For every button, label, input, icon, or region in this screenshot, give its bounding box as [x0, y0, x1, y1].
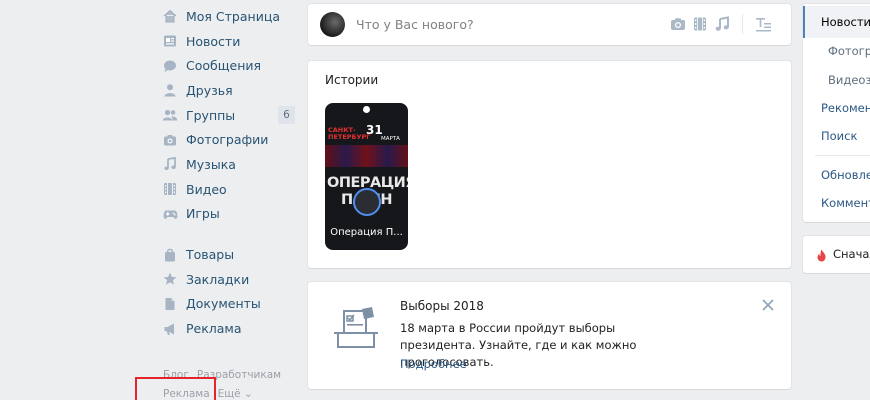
groups-icon	[162, 107, 178, 123]
nav-label: Реклама	[186, 321, 242, 337]
right-feed-menu: Новости Фотогр Видеоза Рекомен Поиск Обн…	[803, 4, 870, 222]
feed-filter-news[interactable]: Новости	[803, 6, 870, 38]
nav-label: Видео	[186, 181, 227, 197]
nav-label: Музыка	[186, 156, 236, 172]
music-icon[interactable]	[714, 16, 730, 32]
text-format-icon[interactable]	[755, 16, 772, 36]
stories-title: Истории	[325, 73, 379, 87]
nav-divider	[160, 226, 295, 242]
friend-icon	[162, 82, 178, 98]
close-icon[interactable]	[760, 297, 776, 313]
election-banner: Выборы 2018 18 марта в России пройдут вы…	[308, 282, 791, 389]
nav-item-groups[interactable]: Группы 6	[160, 103, 295, 128]
nav-item-friends[interactable]: Друзья	[160, 78, 295, 103]
nav-item-music[interactable]: Музыка	[160, 152, 295, 177]
video-icon[interactable]	[692, 16, 708, 32]
nav-item-video[interactable]: Видео	[160, 177, 295, 202]
story-poster-city: САНКТ- ПЕТЕРБУРГ	[328, 126, 371, 141]
story-poster-date: 31	[366, 123, 383, 137]
story-author-avatar	[353, 188, 381, 216]
news-icon	[162, 33, 178, 49]
nav-item-my-page[interactable]: Моя Страница	[160, 4, 295, 29]
nav-label: Фотографии	[186, 132, 269, 148]
star-icon	[162, 271, 178, 287]
nav-item-news[interactable]: Новости	[160, 29, 295, 54]
election-title: Выборы 2018	[400, 299, 484, 313]
camera-icon	[162, 132, 178, 148]
feed-filter-search[interactable]: Поиск	[803, 129, 870, 143]
feed-filter-recommendations[interactable]: Рекомен	[803, 101, 870, 115]
feed-filter-photos[interactable]: Фотогр	[803, 44, 870, 58]
menu-divider	[815, 155, 870, 156]
fire-icon	[816, 247, 827, 266]
avatar[interactable]	[320, 12, 345, 37]
nav-label: Моя Страница	[186, 8, 280, 24]
stories-block: Истории САНКТ- ПЕТЕРБУРГ 31 МАРТА ОПЕРАЦ…	[308, 61, 791, 268]
nav-item-bookmarks[interactable]: Закладки	[160, 267, 295, 292]
nav-label: Группы	[186, 107, 236, 123]
messages-icon	[162, 58, 178, 74]
music-icon	[162, 156, 178, 172]
nav-label: Товары	[186, 247, 235, 263]
ballot-box-icon	[332, 303, 380, 355]
gamepad-icon	[162, 206, 178, 222]
post-input-placeholder[interactable]: Что у Вас нового?	[356, 17, 474, 32]
ads-icon	[162, 321, 178, 337]
post-box-divider	[742, 14, 743, 34]
bag-icon	[162, 247, 178, 263]
sort-label: Сначала	[833, 247, 870, 261]
nav-item-ads[interactable]: Реклама	[160, 316, 295, 341]
video-icon	[162, 181, 178, 197]
left-navigation: Моя Страница Новости Сообщения Друзья Гр…	[160, 4, 295, 341]
new-post-box[interactable]: Что у Вас нового?	[308, 4, 791, 45]
nav-label: Новости	[186, 33, 241, 49]
groups-count-badge: 6	[278, 105, 295, 124]
nav-label: Закладки	[186, 271, 250, 287]
nav-item-goods[interactable]: Товары	[160, 242, 295, 267]
nav-label: Игры	[186, 206, 220, 222]
camera-icon[interactable]	[670, 16, 686, 32]
feed-filter-videos[interactable]: Видеоза	[803, 73, 870, 87]
nav-label: Друзья	[186, 82, 233, 98]
feed-filter-comments[interactable]: Коммент	[803, 196, 870, 210]
home-icon	[162, 8, 178, 24]
story-item[interactable]: САНКТ- ПЕТЕРБУРГ 31 МАРТА ОПЕРАЦИЯ ПЛ ИН…	[325, 103, 408, 250]
nav-item-messages[interactable]: Сообщения	[160, 53, 295, 78]
story-poster-month: МАРТА	[381, 136, 400, 142]
election-more-link[interactable]: Подробнее	[400, 357, 467, 371]
feed-filter-updates[interactable]: Обновле	[803, 168, 870, 182]
nav-item-games[interactable]: Игры	[160, 202, 295, 227]
footer-link-more[interactable]: Ещё ⌄	[218, 388, 253, 400]
highlight-box	[135, 377, 216, 400]
nav-item-photos[interactable]: Фотографии	[160, 127, 295, 152]
story-caption: Операция П...	[330, 227, 403, 238]
nav-label: Сообщения	[186, 58, 262, 74]
nav-item-documents[interactable]: Документы	[160, 292, 295, 317]
story-poster-image	[325, 145, 408, 167]
sort-toggle[interactable]: Сначала	[803, 236, 870, 273]
story-logo	[363, 106, 370, 113]
nav-label: Документы	[186, 296, 261, 312]
document-icon	[162, 296, 178, 312]
post-attach-icons	[670, 16, 730, 32]
